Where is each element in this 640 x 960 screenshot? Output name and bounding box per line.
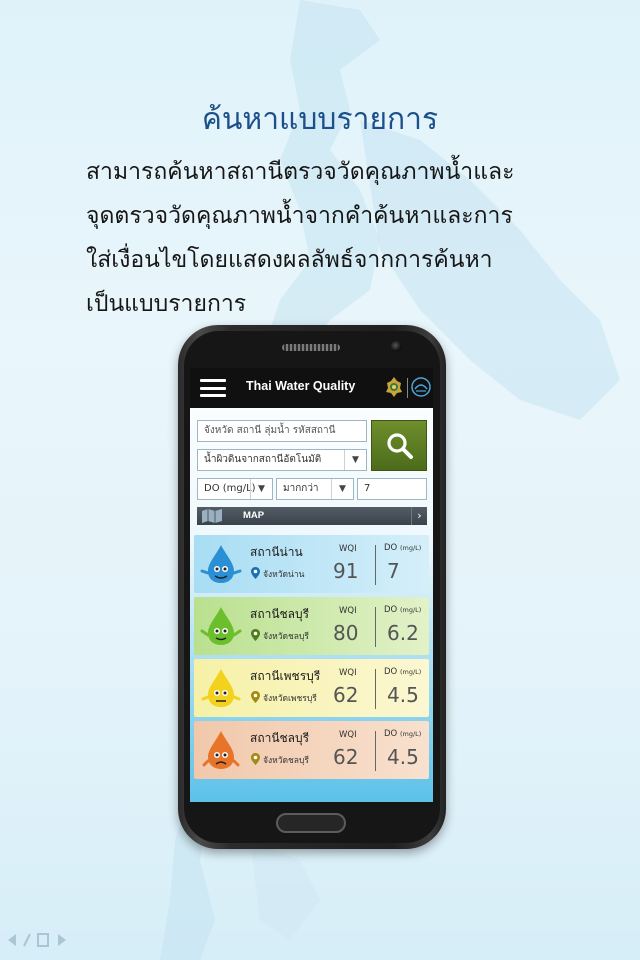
do-value: 4.5 <box>387 683 419 707</box>
station-province: จังหวัดน่าน <box>263 570 305 580</box>
station-name: สถานีน่าน <box>250 545 303 559</box>
description-line: ใส่เงื่อนไขโดยแสดงผลลัพธ์จากการค้นหา <box>86 247 493 273</box>
do-value: 6.2 <box>387 621 419 645</box>
wqi-label: WQI <box>339 730 357 740</box>
search-icon <box>387 433 413 459</box>
operator-select-value: มากกว่า <box>283 483 319 494</box>
do-value: 7 <box>387 559 400 583</box>
wqi-value: 62 <box>333 745 359 769</box>
water-drop-mascot-icon <box>202 731 240 769</box>
pcd-logo-icon <box>411 377 431 397</box>
divider <box>375 607 376 647</box>
operator-select[interactable]: มากกว่า ▼ <box>276 478 354 500</box>
wqi-label: WQI <box>339 544 357 554</box>
phone-device: Thai Water Quality จังหวัด สถานี ลุ่มน้ำ… <box>178 325 446 849</box>
do-label: DO (mg/L) <box>384 729 421 739</box>
wqi-value: 62 <box>333 683 359 707</box>
divider <box>375 669 376 709</box>
do-unit: (mg/L) <box>399 668 422 676</box>
wqi-label: WQI <box>339 668 357 678</box>
do-unit: (mg/L) <box>399 730 422 738</box>
ministry-logo-icon <box>386 377 402 397</box>
station-card[interactable]: สถานีน่าน จังหวัดน่าน WQI 91 DO (mg/L) 7 <box>194 535 429 593</box>
app-header: Thai Water Quality <box>190 368 433 408</box>
water-drop-mascot-icon <box>201 669 241 707</box>
description-line: จุดตรวจวัดคุณภาพน้ำจากคำค้นหาและการ <box>86 203 513 229</box>
phone-speaker <box>282 344 340 351</box>
location-pin-icon <box>251 629 260 641</box>
wqi-value: 91 <box>333 559 359 583</box>
map-button[interactable]: MAP › <box>197 507 427 525</box>
do-label-text: DO <box>384 605 398 615</box>
station-card[interactable]: สถานีชลบุรี จังหวัดชลบุรี WQI 80 DO (mg/… <box>194 597 429 655</box>
map-label: MAP <box>243 510 265 521</box>
do-label-text: DO <box>384 543 398 553</box>
station-province: จังหวัดชลบุรี <box>263 632 309 642</box>
app-screen: Thai Water Quality จังหวัด สถานี ลุ่มน้ำ… <box>190 368 433 802</box>
parameter-select[interactable]: DO (mg/L) ▼ <box>197 478 273 500</box>
divider <box>375 545 376 585</box>
threshold-input[interactable]: 7 <box>357 478 427 500</box>
station-name: สถานีชลบุรี <box>250 731 310 745</box>
do-label: DO (mg/L) <box>384 543 421 553</box>
logo-separator <box>407 378 408 398</box>
do-label-text: DO <box>384 667 398 677</box>
do-label: DO (mg/L) <box>384 667 421 677</box>
location-pin-icon <box>251 691 260 703</box>
description: สามารถค้นหาสถานีตรวจวัดคุณภาพน้ำและ จุดต… <box>86 150 566 326</box>
do-unit: (mg/L) <box>399 544 422 552</box>
do-value: 4.5 <box>387 745 419 769</box>
station-province: จังหวัดชลบุรี <box>263 756 309 766</box>
app-title: Thai Water Quality <box>246 379 356 393</box>
slideshow-controls-icon <box>8 933 66 947</box>
station-name: สถานีชลบุรี <box>250 607 310 621</box>
station-card[interactable]: สถานีชลบุรี จังหวัดชลบุรี WQI 62 DO (mg/… <box>194 721 429 779</box>
description-line: เป็นแบบรายการ <box>86 291 247 317</box>
parameter-select-value: DO (mg/L) <box>204 483 256 494</box>
do-label-text: DO <box>384 729 398 739</box>
source-select[interactable]: น้ำผิวดินจากสถานีอัตโนมัติ ▼ <box>197 449 367 471</box>
map-icon <box>202 509 222 523</box>
station-card[interactable]: สถานีเพชรบุรี จังหวัดเพชรบุรี WQI 62 DO … <box>194 659 429 717</box>
home-button[interactable] <box>276 813 346 833</box>
menu-icon[interactable] <box>200 379 226 397</box>
wqi-value: 80 <box>333 621 359 645</box>
description-line: สามารถค้นหาสถานีตรวจวัดคุณภาพน้ำและ <box>86 159 515 185</box>
search-input[interactable]: จังหวัด สถานี ลุ่มน้ำ รหัสสถานี <box>197 420 367 442</box>
search-placeholder: จังหวัด สถานี ลุ่มน้ำ รหัสสถานี <box>204 425 336 436</box>
station-province: จังหวัดเพชรบุรี <box>263 694 317 704</box>
location-pin-icon <box>251 567 260 579</box>
search-button[interactable] <box>371 420 427 471</box>
page-headline: ค้นหาแบบรายการ <box>201 102 439 137</box>
threshold-value: 7 <box>364 483 371 494</box>
wqi-label: WQI <box>339 606 357 616</box>
water-drop-mascot-icon <box>200 607 242 645</box>
do-label: DO (mg/L) <box>384 605 421 615</box>
station-name: สถานีเพชรบุรี <box>250 669 321 683</box>
chevron-down-icon: ▼ <box>331 479 353 499</box>
source-select-value: น้ำผิวดินจากสถานีอัตโนมัติ <box>204 454 322 465</box>
chevron-right-icon: › <box>411 507 427 525</box>
divider <box>375 731 376 771</box>
do-unit: (mg/L) <box>399 606 422 614</box>
phone-camera <box>391 341 402 352</box>
location-pin-icon <box>251 753 260 765</box>
chevron-down-icon: ▼ <box>250 479 272 499</box>
chevron-down-icon: ▼ <box>344 450 366 470</box>
water-drop-mascot-icon <box>200 545 242 583</box>
